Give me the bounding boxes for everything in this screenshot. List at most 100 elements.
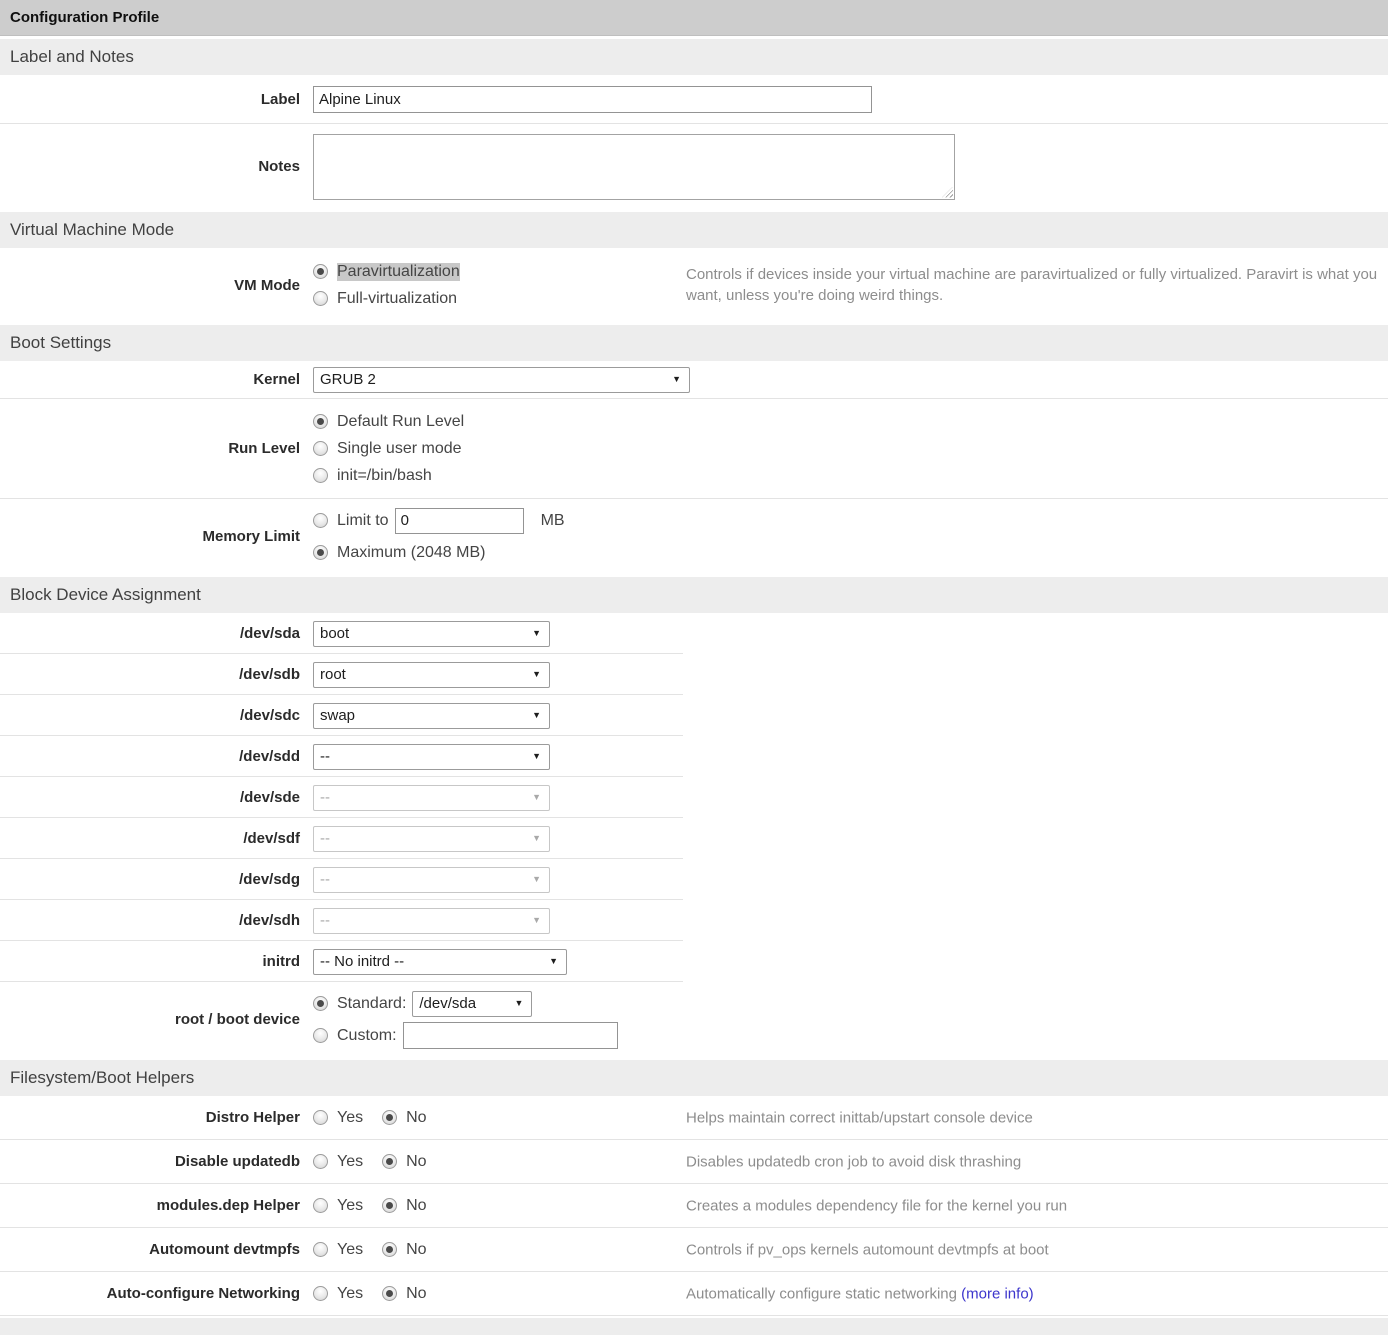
device-row-sda: /dev/sda boot ▼	[0, 613, 1388, 654]
section-filesystem-boot-helpers: Filesystem/Boot Helpers	[0, 1060, 1388, 1096]
custom-device-radio[interactable]	[313, 1028, 328, 1043]
full-virtualization-radio[interactable]	[313, 291, 328, 306]
dev-sdg-select: -- ▼	[313, 867, 550, 893]
notes-field-label: Notes	[0, 158, 300, 175]
default-run-level-option-label[interactable]: Default Run Level	[337, 413, 464, 431]
automount-devtmpfs-help-text: Controls if pv_ops kernels automount dev…	[686, 1239, 1378, 1260]
notes-textarea[interactable]	[313, 134, 955, 200]
paravirtualization-radio[interactable]	[313, 264, 328, 279]
device-row-sde: /dev/sde -- ▼	[0, 777, 1388, 818]
yes-option-label[interactable]: Yes	[337, 1285, 363, 1303]
no-option-label[interactable]: No	[406, 1241, 426, 1259]
distro-helper-label: Distro Helper	[0, 1109, 300, 1126]
dropdown-arrow-icon: ▼	[672, 375, 681, 384]
device-row-sdb: /dev/sdb root ▼	[0, 654, 1388, 695]
yes-option-label[interactable]: Yes	[337, 1197, 363, 1215]
distro-helper-yes-radio[interactable]	[313, 1110, 328, 1125]
yes-option-label[interactable]: Yes	[337, 1241, 363, 1259]
kernel-select[interactable]: GRUB 2 ▼	[313, 367, 690, 393]
automount-devtmpfs-no-radio[interactable]	[382, 1242, 397, 1257]
kernel-label: Kernel	[0, 371, 300, 388]
memory-limit-input[interactable]	[395, 508, 524, 534]
device-row-sdf: /dev/sdf -- ▼	[0, 818, 1388, 859]
custom-device-input[interactable]	[403, 1022, 618, 1049]
single-user-mode-option-label[interactable]: Single user mode	[337, 440, 462, 458]
no-option-label[interactable]: No	[406, 1153, 426, 1171]
standard-device-option-label[interactable]: Standard:	[337, 995, 406, 1013]
auto-configure-networking-no-radio[interactable]	[382, 1286, 397, 1301]
distro-helper-no-radio[interactable]	[382, 1110, 397, 1125]
memory-unit-label: MB	[541, 512, 565, 530]
vm-mode-row: VM Mode Paravirtualization Full-virtuali…	[0, 248, 1388, 322]
dev-sda-label: /dev/sda	[0, 625, 300, 642]
no-option-label[interactable]: No	[406, 1109, 426, 1127]
disable-updatedb-no-radio[interactable]	[382, 1154, 397, 1169]
auto-configure-networking-row: Auto-configure Networking Yes No Automat…	[0, 1272, 1388, 1316]
disable-updatedb-row: Disable updatedb Yes No Disables updated…	[0, 1140, 1388, 1184]
modules-dep-helper-row: modules.dep Helper Yes No Creates a modu…	[0, 1184, 1388, 1228]
dev-sdd-select[interactable]: -- ▼	[313, 744, 550, 770]
modules-dep-helper-label: modules.dep Helper	[0, 1197, 300, 1214]
memory-limit-label: Memory Limit	[0, 528, 300, 545]
auto-configure-networking-help-text: Automatically configure static networkin…	[686, 1283, 1378, 1304]
dropdown-arrow-icon: ▼	[532, 670, 541, 679]
vm-mode-help-text: Controls if devices inside your virtual …	[686, 264, 1378, 306]
dev-sdb-select[interactable]: root ▼	[313, 662, 550, 688]
label-row: Label	[0, 75, 1388, 124]
custom-device-option-label[interactable]: Custom:	[337, 1027, 397, 1045]
auto-configure-networking-label: Auto-configure Networking	[0, 1285, 300, 1302]
full-virtualization-option-label[interactable]: Full-virtualization	[337, 290, 457, 308]
section-virtual-machine-mode: Virtual Machine Mode	[0, 212, 1388, 248]
automount-devtmpfs-row: Automount devtmpfs Yes No Controls if pv…	[0, 1228, 1388, 1272]
standard-device-select[interactable]: /dev/sda ▼	[412, 991, 532, 1017]
page-title: Configuration Profile	[0, 0, 1388, 36]
more-info-link[interactable]: (more info)	[961, 1285, 1034, 1302]
modules-dep-yes-radio[interactable]	[313, 1198, 328, 1213]
automount-devtmpfs-label: Automount devtmpfs	[0, 1241, 300, 1258]
automount-devtmpfs-yes-radio[interactable]	[313, 1242, 328, 1257]
section-label-and-notes: Label and Notes	[0, 39, 1388, 75]
maximum-memory-option-label[interactable]: Maximum (2048 MB)	[337, 544, 485, 562]
modules-dep-no-radio[interactable]	[382, 1198, 397, 1213]
dropdown-arrow-icon: ▼	[532, 752, 541, 761]
label-input[interactable]	[313, 86, 872, 113]
maximum-memory-radio[interactable]	[313, 545, 328, 560]
dropdown-arrow-icon: ▼	[532, 916, 541, 925]
disable-updatedb-yes-radio[interactable]	[313, 1154, 328, 1169]
dropdown-arrow-icon: ▼	[532, 629, 541, 638]
no-option-label[interactable]: No	[406, 1197, 426, 1215]
yes-option-label[interactable]: Yes	[337, 1153, 363, 1171]
initrd-label: initrd	[0, 953, 300, 970]
initrd-row: initrd -- No initrd -- ▼	[0, 941, 1388, 982]
dropdown-arrow-icon: ▼	[532, 711, 541, 720]
paravirtualization-option-label[interactable]: Paravirtualization	[337, 263, 460, 281]
yes-option-label[interactable]: Yes	[337, 1109, 363, 1127]
limit-to-radio[interactable]	[313, 513, 328, 528]
run-level-row: Run Level Default Run Level Single user …	[0, 399, 1388, 499]
device-row-sdc: /dev/sdc swap ▼	[0, 695, 1388, 736]
standard-device-radio[interactable]	[313, 996, 328, 1011]
dev-sdd-label: /dev/sdd	[0, 748, 300, 765]
init-bin-bash-radio[interactable]	[313, 468, 328, 483]
run-level-label: Run Level	[0, 440, 300, 457]
auto-configure-networking-yes-radio[interactable]	[313, 1286, 328, 1301]
distro-helper-help-text: Helps maintain correct inittab/upstart c…	[686, 1107, 1378, 1128]
dev-sdc-label: /dev/sdc	[0, 707, 300, 724]
no-option-label[interactable]: No	[406, 1285, 426, 1303]
section-block-device-assignment: Block Device Assignment	[0, 577, 1388, 613]
device-row-sdg: /dev/sdg -- ▼	[0, 859, 1388, 900]
dropdown-arrow-icon: ▼	[514, 999, 523, 1008]
dev-sdb-label: /dev/sdb	[0, 666, 300, 683]
label-field-label: Label	[0, 91, 300, 108]
default-run-level-radio[interactable]	[313, 414, 328, 429]
dev-sdg-label: /dev/sdg	[0, 871, 300, 888]
initrd-select[interactable]: -- No initrd -- ▼	[313, 949, 567, 975]
limit-to-option-label[interactable]: Limit to	[337, 512, 389, 530]
dev-sda-select[interactable]: boot ▼	[313, 621, 550, 647]
configuration-profile-page: Configuration Profile Label and Notes La…	[0, 0, 1388, 1335]
single-user-mode-radio[interactable]	[313, 441, 328, 456]
init-bin-bash-option-label[interactable]: init=/bin/bash	[337, 467, 432, 485]
dev-sde-label: /dev/sde	[0, 789, 300, 806]
dev-sdc-select[interactable]: swap ▼	[313, 703, 550, 729]
modules-dep-help-text: Creates a modules dependency file for th…	[686, 1195, 1378, 1216]
